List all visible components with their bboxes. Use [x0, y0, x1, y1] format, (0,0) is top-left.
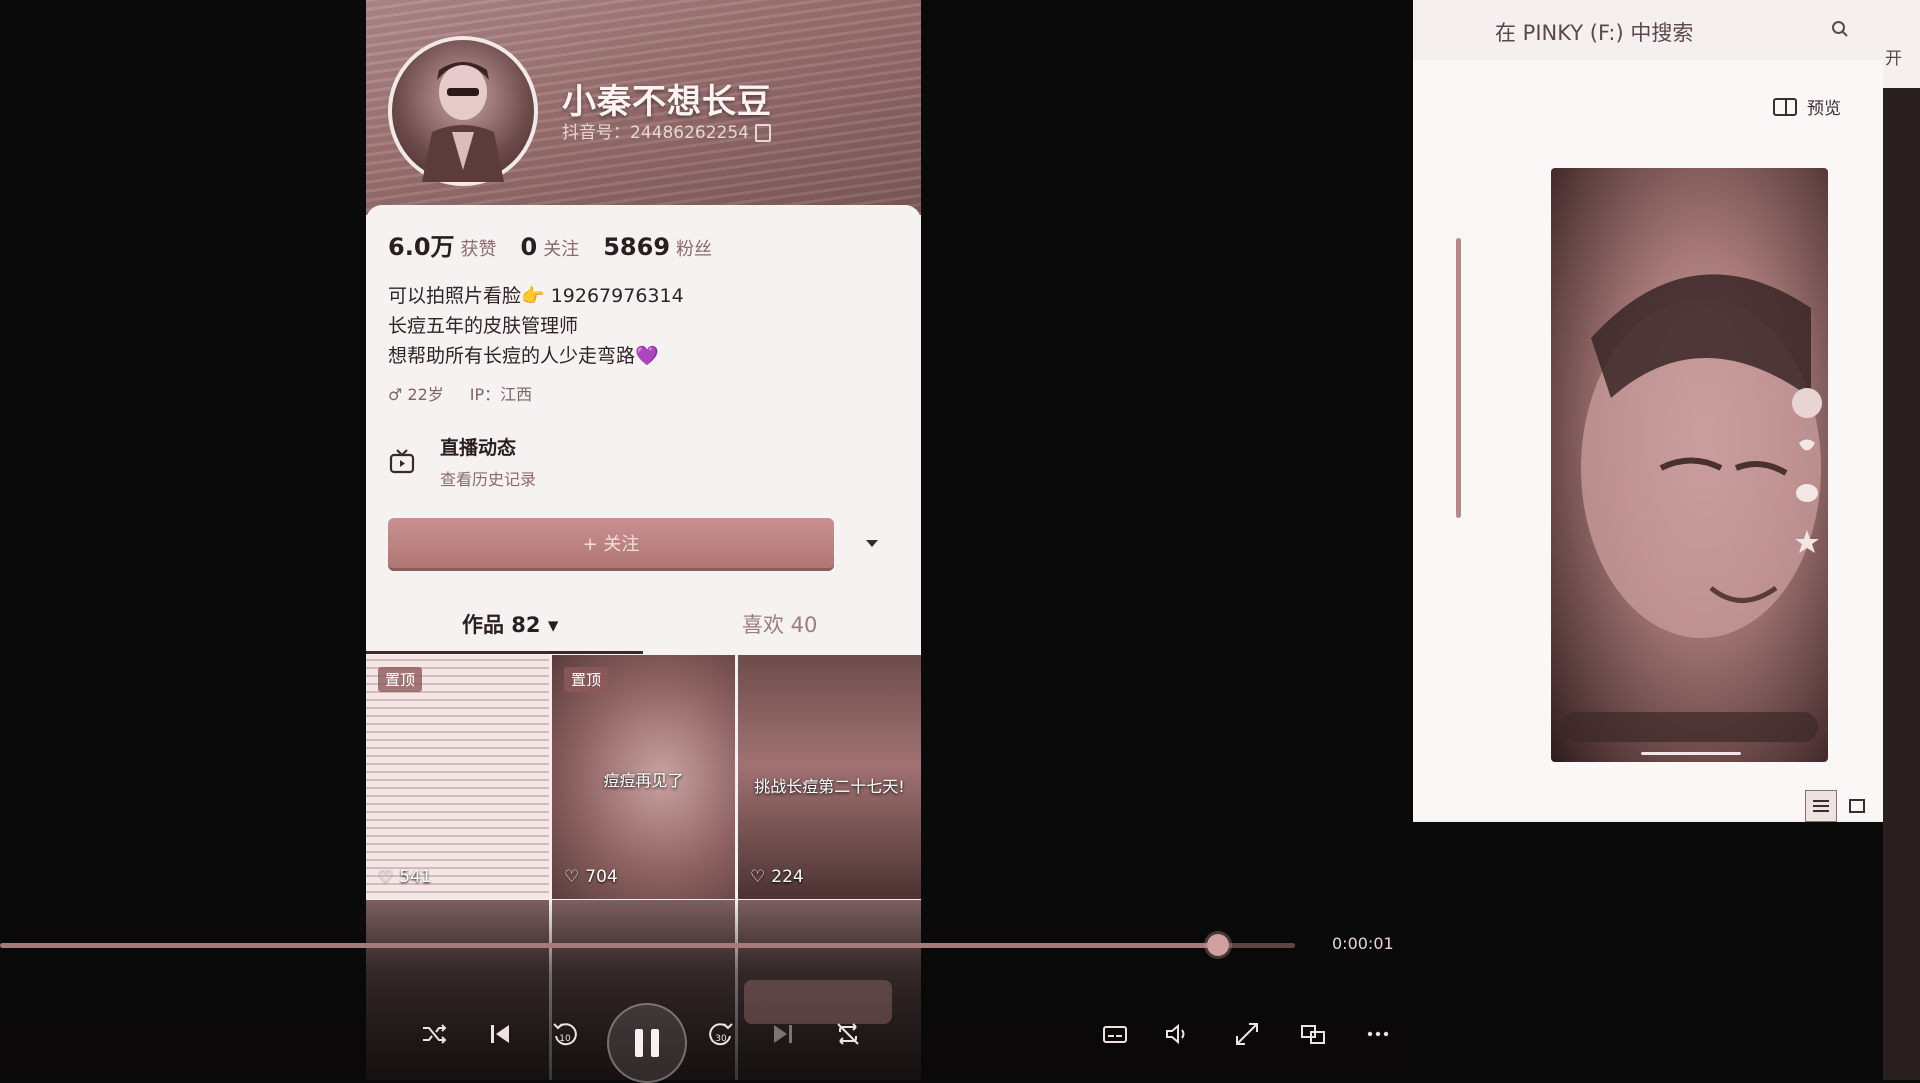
- large-icons-view-icon: [1849, 799, 1865, 813]
- svg-text:10: 10: [559, 1034, 571, 1044]
- video-caption: 痘痘再见了: [603, 771, 684, 790]
- list-view-icon: [1813, 800, 1829, 812]
- pause-icon: [635, 1029, 659, 1057]
- avatar-figure: [422, 62, 504, 182]
- stat-likes[interactable]: 6.0万 获赞: [388, 227, 497, 262]
- next-icon[interactable]: [763, 1014, 803, 1054]
- profile-bio: 可以拍照片看脸👉 19267976314 长痘五年的皮肤管理师 想帮助所有长痘的…: [388, 281, 684, 371]
- bio-line: 长痘五年的皮肤管理师: [388, 315, 579, 337]
- heart-icon: ♡: [564, 867, 580, 887]
- video-thumbnail[interactable]: 置顶 痘痘再见了 ♡ 704: [552, 655, 735, 899]
- preview-toggle-button[interactable]: 预览: [1773, 94, 1841, 119]
- live-subtitle: 查看历史记录: [440, 470, 537, 489]
- bio-line: 想帮助所有长痘的人少走弯路💜: [388, 345, 659, 367]
- profile-nickname: 小秦不想长豆: [562, 82, 772, 122]
- details-view-button[interactable]: [1805, 790, 1837, 822]
- tab-indicator: [366, 651, 643, 654]
- svg-text:30: 30: [715, 1034, 727, 1044]
- search-input[interactable]: 在 PINKY (F:) 中搜索: [1495, 17, 1693, 47]
- avatar: [388, 36, 538, 186]
- seek-bar-remaining[interactable]: [1220, 943, 1295, 948]
- stat-following[interactable]: 0 关注: [521, 233, 580, 261]
- video-preview-thumbnail: [1551, 168, 1828, 762]
- more-icon[interactable]: [1358, 1014, 1398, 1054]
- tab-works[interactable]: 作品 82 ▾: [462, 609, 558, 639]
- background-window: [1883, 88, 1920, 1080]
- file-explorer-panel: 在 PINKY (F:) 中搜索 预览: [1413, 0, 1883, 822]
- search-icon[interactable]: [1831, 20, 1849, 38]
- volume-icon[interactable]: [1157, 1014, 1197, 1054]
- video-player[interactable]: 小秦不想长豆 抖音号：24486262254 6.0万 获赞 0 关注 5869 粉丝…: [0, 0, 1413, 1083]
- thumbnail-view-button[interactable]: [1841, 790, 1873, 822]
- age-tag: ♂ 22岁: [388, 385, 444, 404]
- miniplayer-icon[interactable]: [1293, 1014, 1333, 1054]
- scrollbar[interactable]: [1456, 238, 1461, 518]
- tab-likes[interactable]: 喜欢 40: [742, 609, 817, 639]
- pause-button[interactable]: [607, 1003, 687, 1083]
- preview-pane-icon: [1773, 97, 1797, 116]
- shuffle-icon[interactable]: [414, 1014, 454, 1054]
- seek-bar[interactable]: [0, 943, 1295, 948]
- seek-thumb[interactable]: [1207, 934, 1229, 956]
- explorer-search-bar[interactable]: 在 PINKY (F:) 中搜索: [1413, 0, 1883, 60]
- copy-icon[interactable]: [754, 124, 771, 142]
- profile-meta: ♂ 22岁 IP：江西: [388, 381, 532, 405]
- ip-location: IP：江西: [469, 385, 533, 404]
- pinned-badge: 置顶: [378, 667, 423, 692]
- subtitles-icon[interactable]: [1095, 1014, 1135, 1054]
- playback-time: 0:00:01: [1332, 934, 1394, 953]
- preview-face-image: [1561, 274, 1822, 755]
- video-thumbnail[interactable]: 挑战长痘第二十七天! ♡ 224: [738, 655, 921, 899]
- heart-icon: ♡: [378, 867, 394, 887]
- bio-line: 可以拍照片看脸👉 19267976314: [388, 285, 684, 307]
- profile-tabs: 作品 82 ▾ 喜欢 40: [366, 593, 921, 655]
- like-count: ♡ 541: [378, 867, 432, 887]
- douyin-id: 抖音号：24486262254: [562, 118, 771, 143]
- live-history[interactable]: 直播动态 查看历史记录: [388, 433, 536, 490]
- profile-card: 6.0万 获赞 0 关注 5869 粉丝 可以拍照片看脸👉 19267976314 长…: [366, 205, 921, 655]
- video-caption: 挑战长痘第二十七天!: [754, 777, 905, 796]
- follow-button[interactable]: + 关注: [388, 518, 834, 568]
- tv-icon: [389, 448, 415, 473]
- video-thumbnail[interactable]: 置顶 ♡ 541: [366, 655, 549, 899]
- forward-30-icon[interactable]: 30: [701, 1014, 741, 1054]
- background-window-text: 开: [1885, 49, 1902, 69]
- rewind-10-icon[interactable]: 10: [545, 1014, 585, 1054]
- pinned-badge: 置顶: [564, 667, 609, 692]
- like-count: ♡ 224: [750, 867, 804, 887]
- like-count: ♡ 704: [564, 867, 618, 887]
- previous-icon[interactable]: [480, 1014, 520, 1054]
- profile-stats: 6.0万 获赞 0 关注 5869 粉丝: [388, 227, 712, 262]
- dropdown-arrow-icon[interactable]: [860, 531, 884, 555]
- live-title: 直播动态: [440, 437, 517, 459]
- stat-followers[interactable]: 5869 粉丝: [603, 233, 712, 261]
- heart-icon: ♡: [750, 867, 766, 887]
- fullscreen-icon[interactable]: [1227, 1014, 1267, 1054]
- repeat-off-icon[interactable]: [828, 1014, 868, 1054]
